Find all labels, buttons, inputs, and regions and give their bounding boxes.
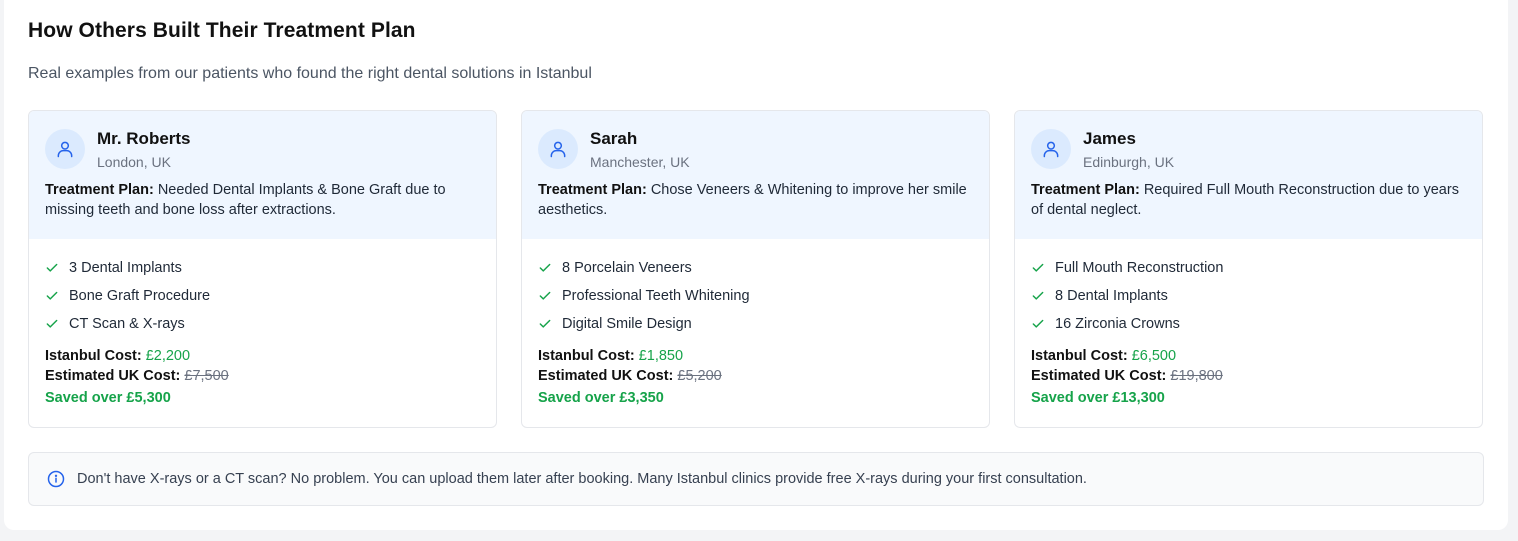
uk-cost: Estimated UK Cost: £5,200 — [538, 366, 973, 386]
patient-location: Edinburgh, UK — [1083, 154, 1175, 170]
plan-label: Treatment Plan: — [538, 182, 647, 198]
example-cards: Mr. Roberts London, UK Treatment Plan: N… — [28, 110, 1483, 428]
istanbul-cost: Istanbul Cost: £1,850 — [538, 346, 973, 366]
uk-cost-value: £19,800 — [1170, 368, 1223, 384]
user-icon — [538, 129, 578, 169]
istanbul-cost-value: £2,200 — [145, 348, 191, 364]
list-item: 3 Dental Implants — [45, 254, 480, 282]
item-label: Full Mouth Reconstruction — [1055, 260, 1224, 276]
item-label: Professional Teeth Whitening — [562, 288, 750, 304]
treatment-items: 8 Porcelain Veneers Professional Teeth W… — [538, 254, 973, 338]
patient-info: Mr. Roberts London, UK — [45, 129, 480, 172]
cost-summary: Istanbul Cost: £2,200 Estimated UK Cost:… — [45, 346, 480, 386]
list-item: Digital Smile Design — [538, 310, 973, 338]
patient-card: Sarah Manchester, UK Treatment Plan: Cho… — [521, 110, 990, 428]
plan-label: Treatment Plan: — [45, 182, 154, 198]
patient-info: Sarah Manchester, UK — [538, 129, 973, 172]
item-label: 3 Dental Implants — [69, 260, 182, 276]
patient-name: James — [1083, 129, 1136, 148]
cost-summary: Istanbul Cost: £1,850 Estimated UK Cost:… — [538, 346, 973, 386]
check-icon — [539, 263, 551, 272]
item-label: 16 Zirconia Crowns — [1055, 316, 1180, 332]
treatment-items: Full Mouth Reconstruction 8 Dental Impla… — [1031, 254, 1466, 338]
uk-cost-label: Estimated UK Cost: — [1031, 368, 1167, 384]
patient-name: Mr. Roberts — [97, 129, 191, 148]
check-icon — [1032, 319, 1044, 328]
check-icon — [1032, 291, 1044, 300]
list-item: Bone Graft Procedure — [45, 282, 480, 310]
patient-card: Mr. Roberts London, UK Treatment Plan: N… — [28, 110, 497, 428]
treatment-examples-panel: How Others Built Their Treatment Plan Re… — [4, 0, 1508, 530]
card-header: Mr. Roberts London, UK Treatment Plan: N… — [29, 111, 496, 239]
plan-label: Treatment Plan: — [1031, 182, 1140, 198]
card-body: 8 Porcelain Veneers Professional Teeth W… — [522, 239, 989, 406]
treatment-plan: Treatment Plan: Required Full Mouth Reco… — [1031, 180, 1466, 220]
patient-card: James Edinburgh, UK Treatment Plan: Requ… — [1014, 110, 1483, 428]
user-icon — [45, 129, 85, 169]
check-icon — [1032, 263, 1044, 272]
treatment-plan: Treatment Plan: Chose Veneers & Whitenin… — [538, 180, 973, 220]
check-icon — [46, 263, 58, 272]
cost-summary: Istanbul Cost: £6,500 Estimated UK Cost:… — [1031, 346, 1466, 386]
treatment-plan: Treatment Plan: Needed Dental Implants &… — [45, 180, 480, 220]
info-note-text: Don't have X-rays or a CT scan? No probl… — [77, 471, 1087, 487]
patient-location: Manchester, UK — [590, 154, 690, 170]
section-subtitle: Real examples from our patients who foun… — [28, 65, 592, 82]
check-icon — [46, 291, 58, 300]
istanbul-cost-label: Istanbul Cost: — [1031, 348, 1128, 364]
list-item: CT Scan & X-rays — [45, 310, 480, 338]
card-header: James Edinburgh, UK Treatment Plan: Requ… — [1015, 111, 1482, 239]
check-icon — [46, 319, 58, 328]
treatment-items: 3 Dental Implants Bone Graft Procedure C… — [45, 254, 480, 338]
info-icon — [47, 470, 65, 488]
istanbul-cost-value: £1,850 — [638, 348, 684, 364]
uk-cost: Estimated UK Cost: £19,800 — [1031, 366, 1466, 386]
item-label: 8 Porcelain Veneers — [562, 260, 692, 276]
item-label: 8 Dental Implants — [1055, 288, 1168, 304]
patient-info: James Edinburgh, UK — [1031, 129, 1466, 172]
uk-cost-label: Estimated UK Cost: — [45, 368, 181, 384]
check-icon — [539, 319, 551, 328]
savings-text: Saved over £3,350 — [538, 390, 664, 406]
istanbul-cost: Istanbul Cost: £2,200 — [45, 346, 480, 366]
user-icon — [1031, 129, 1071, 169]
uk-cost-label: Estimated UK Cost: — [538, 368, 674, 384]
item-label: Bone Graft Procedure — [69, 288, 211, 304]
item-label: CT Scan & X-rays — [69, 316, 185, 332]
list-item: 8 Dental Implants — [1031, 282, 1466, 310]
istanbul-cost-label: Istanbul Cost: — [45, 348, 142, 364]
uk-cost: Estimated UK Cost: £7,500 — [45, 366, 480, 386]
patient-location: London, UK — [97, 154, 171, 170]
section-title: How Others Built Their Treatment Plan — [28, 19, 416, 42]
card-header: Sarah Manchester, UK Treatment Plan: Cho… — [522, 111, 989, 239]
uk-cost-value: £7,500 — [184, 368, 229, 384]
istanbul-cost-label: Istanbul Cost: — [538, 348, 635, 364]
info-note: Don't have X-rays or a CT scan? No probl… — [28, 452, 1484, 506]
list-item: 16 Zirconia Crowns — [1031, 310, 1466, 338]
card-body: Full Mouth Reconstruction 8 Dental Impla… — [1015, 239, 1482, 406]
uk-cost-value: £5,200 — [677, 368, 722, 384]
patient-name: Sarah — [590, 129, 638, 148]
savings-text: Saved over £5,300 — [45, 390, 171, 406]
card-body: 3 Dental Implants Bone Graft Procedure C… — [29, 239, 496, 406]
istanbul-cost-value: £6,500 — [1131, 348, 1177, 364]
item-label: Digital Smile Design — [562, 316, 692, 332]
list-item: Professional Teeth Whitening — [538, 282, 973, 310]
savings-text: Saved over £13,300 — [1031, 390, 1165, 406]
check-icon — [539, 291, 551, 300]
istanbul-cost: Istanbul Cost: £6,500 — [1031, 346, 1466, 366]
list-item: Full Mouth Reconstruction — [1031, 254, 1466, 282]
list-item: 8 Porcelain Veneers — [538, 254, 973, 282]
